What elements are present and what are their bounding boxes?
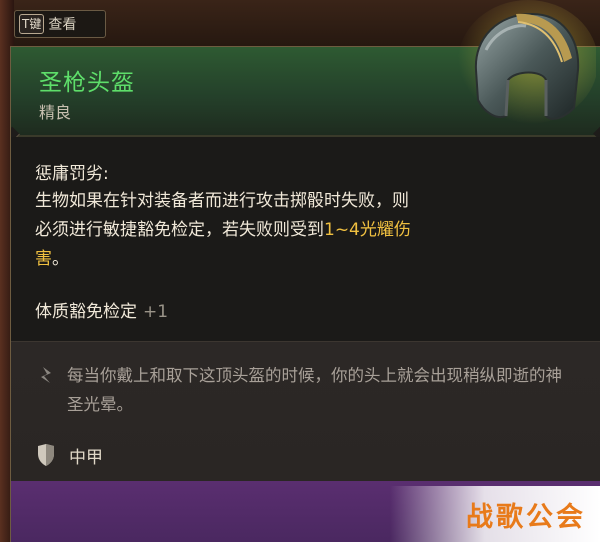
bonus-label: 体质豁免检定: [35, 302, 137, 322]
item-rarity: 精良: [39, 103, 72, 122]
examine-hint[interactable]: T键 查看: [14, 10, 106, 38]
shield-icon: [38, 444, 54, 466]
examine-label: 查看: [48, 17, 77, 33]
save-bonus: 体质豁免检定 +1: [35, 297, 168, 322]
item-name: 圣枪头盔: [39, 70, 135, 96]
lore-scroll-icon: [41, 367, 51, 383]
bonus-value: +1: [143, 302, 169, 322]
feature-text-end: 。: [52, 249, 69, 269]
hotkey-badge: T键: [19, 14, 45, 34]
lore-text: 每当你戴上和取下这顶头盔的时候，你的头上就会出现稍纵即逝的神圣光晕。: [67, 366, 562, 414]
armor-type: 中甲: [69, 448, 103, 468]
feature-description: 生物如果在针对装备者而进行攻击掷骰时失败，则必须进行敏捷豁免检定，若失败则受到1…: [35, 187, 415, 274]
feature-title: 惩庸罚劣:: [35, 164, 109, 184]
helmet-icon: [458, 0, 596, 124]
watermark-text: 战歌公会: [466, 502, 586, 533]
